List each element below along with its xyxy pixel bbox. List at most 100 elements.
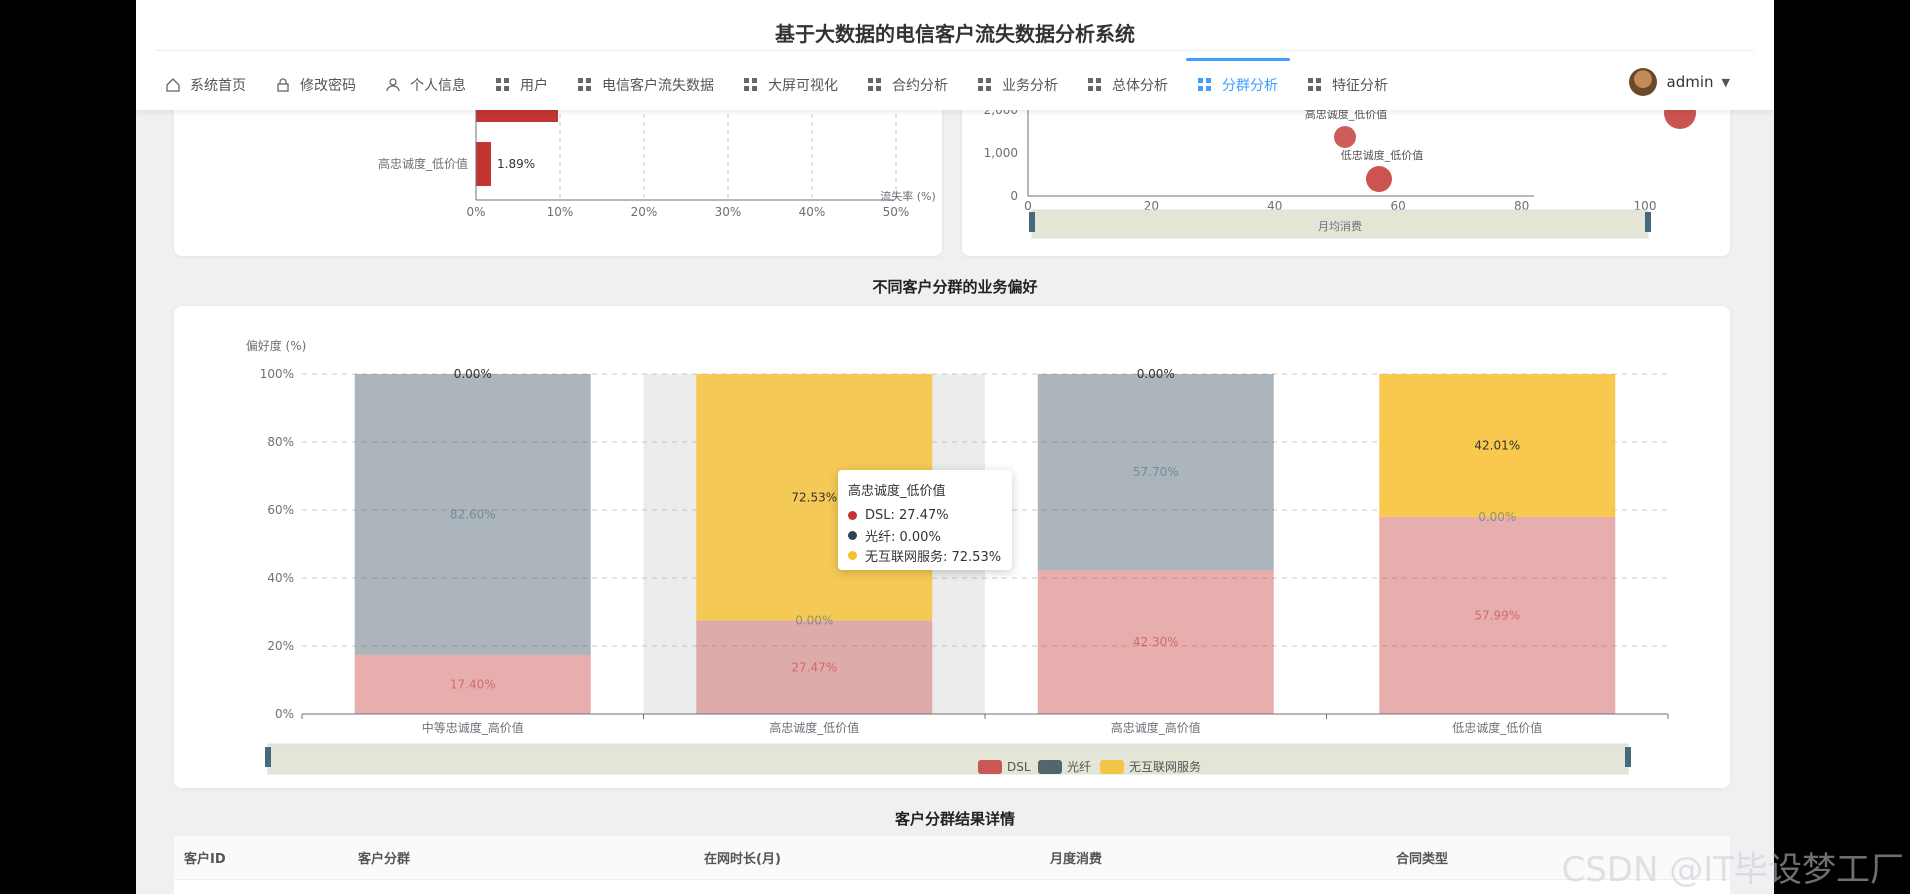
- preference-section-title: 不同客户分群的业务偏好: [872, 278, 1038, 296]
- legend-label[interactable]: 光纤: [1067, 760, 1091, 774]
- scatter-ytick: 0: [1010, 189, 1018, 203]
- nav-item[interactable]: 分群分析: [1186, 58, 1290, 110]
- tooltip-fiber-text: 光纤: 0.00%: [865, 529, 941, 545]
- pref-ytick: 20%: [267, 639, 294, 653]
- pref-ytick: 60%: [267, 503, 294, 517]
- nav-item[interactable]: 用户: [496, 60, 548, 110]
- grid-icon: [496, 78, 510, 92]
- none-dot-icon: [848, 550, 857, 560]
- table-column-header[interactable]: 客户分群: [348, 848, 694, 867]
- churn-xtick: 40%: [799, 205, 826, 219]
- top-header: 基于大数据的电信客户流失数据分析系统 系统首页 修改密码 个人信息 用户 电信客户流失数…: [136, 0, 1774, 110]
- grid-icon: [1088, 78, 1102, 92]
- chart-tooltip: 高忠诚度_低价值 DSL: 27.47% 光纤: 0.00% 无互联网服务: 7…: [838, 470, 1012, 570]
- pref-ytick: 0%: [275, 707, 294, 721]
- pref-data-label: 0.00%: [1137, 367, 1175, 381]
- tooltip-title: 高忠诚度_低价值: [848, 484, 946, 499]
- pref-data-label: 72.53%: [791, 490, 837, 504]
- tooltip-none-text: 无互联网服务: 72.53%: [865, 549, 1002, 565]
- legend-label[interactable]: 无互联网服务: [1129, 759, 1201, 774]
- nav-item[interactable]: 特征分析: [1308, 60, 1388, 110]
- system-title: 基于大数据的电信客户流失数据分析系统: [775, 22, 1135, 46]
- cluster-table: 客户ID 客户分群 在网时长(月) 月度消费 合同类型: [174, 836, 1730, 894]
- main-nav: 系统首页 修改密码 个人信息 用户 电信客户流失数据 大屏可视化 合约分析 业务分析 总体分析 分…: [166, 58, 1418, 110]
- nav-item[interactable]: 修改密码: [276, 60, 356, 110]
- username[interactable]: admin: [1667, 73, 1714, 91]
- pref-data-label: 27.47%: [791, 660, 837, 674]
- user-menu[interactable]: admin ▼: [1628, 68, 1730, 96]
- legend-label[interactable]: DSL: [1007, 760, 1031, 774]
- grid-icon: [978, 78, 992, 92]
- pref-data-label: 0.00%: [1478, 510, 1516, 524]
- nav-item[interactable]: 个人信息: [386, 60, 466, 110]
- nav-item[interactable]: 业务分析: [978, 60, 1058, 110]
- nav-item-label: 特征分析: [1332, 78, 1388, 94]
- churn-value-label: 1.89%: [497, 157, 535, 171]
- scatter-point-1[interactable]: [1334, 126, 1356, 148]
- pref-category-label: 高忠诚度_高价值: [1111, 720, 1201, 735]
- churn-axis-name: 流失率 (%): [880, 189, 936, 203]
- table-column-header[interactable]: 月度消费: [1040, 848, 1386, 867]
- grid-icon: [744, 78, 758, 92]
- nav-item-label: 业务分析: [1002, 78, 1058, 94]
- nav-item-label: 用户: [520, 78, 548, 94]
- pref-datazoom-handle-left[interactable]: [265, 747, 271, 767]
- pref-category-label: 高忠诚度_低价值: [769, 720, 859, 735]
- nav-item[interactable]: 大屏可视化: [744, 60, 838, 110]
- pref-data-label: 0.00%: [795, 614, 833, 628]
- user-icon: [386, 78, 400, 92]
- scatter-datazoom-handle-right[interactable]: [1645, 212, 1651, 232]
- nav-item-label: 个人信息: [410, 78, 466, 94]
- nav-item[interactable]: 系统首页: [166, 60, 246, 110]
- caret-down-icon[interactable]: ▼: [1722, 76, 1730, 89]
- nav-item[interactable]: 电信客户流失数据: [578, 60, 714, 110]
- pref-y-name: 偏好度 (%): [246, 338, 307, 353]
- legend-swatch[interactable]: [978, 760, 1002, 774]
- tooltip-row-dsl: DSL: 27.47%: [848, 505, 1002, 525]
- pref-ytick: 80%: [267, 435, 294, 449]
- nav-item-label: 修改密码: [300, 78, 356, 94]
- pref-data-label: 42.01%: [1474, 438, 1520, 452]
- nav-item-label: 电信客户流失数据: [602, 78, 714, 94]
- pref-datazoom-selected[interactable]: [268, 744, 1628, 774]
- pref-category-label: 中等忠诚度_高价值: [422, 720, 524, 735]
- pref-data-label: 42.30%: [1133, 635, 1179, 649]
- tooltip-row-none: 无互联网服务: 72.53%: [848, 545, 1002, 565]
- table-header-row: 客户ID 客户分群 在网时长(月) 月度消费 合同类型: [174, 836, 1730, 880]
- pref-data-label: 17.40%: [450, 677, 496, 691]
- nav-divider: [156, 50, 1754, 51]
- scatter-point-label: 低忠诚度_低价值: [1341, 148, 1424, 162]
- tooltip-dsl-text: DSL: 27.47%: [865, 507, 949, 523]
- grid-icon: [1308, 78, 1322, 92]
- table-column-header[interactable]: 客户ID: [174, 848, 348, 867]
- churn-category-label: 高忠诚度_低价值: [378, 156, 468, 171]
- churn-xtick: 50%: [883, 205, 910, 219]
- pref-datazoom-handle-right[interactable]: [1625, 747, 1631, 767]
- legend-swatch[interactable]: [1100, 760, 1124, 774]
- pref-data-label: 0.00%: [454, 367, 492, 381]
- grid-icon: [578, 78, 592, 92]
- table-section-title: 客户分群结果详情: [894, 810, 1015, 828]
- nav-item[interactable]: 总体分析: [1088, 60, 1168, 110]
- home-icon: [166, 78, 180, 92]
- nav-item[interactable]: 合约分析: [868, 60, 948, 110]
- table-column-header[interactable]: 在网时长(月): [694, 848, 1040, 867]
- scatter-ytick: 1,000: [984, 146, 1018, 160]
- avatar[interactable]: [1628, 68, 1657, 96]
- nav-item-label: 分群分析: [1222, 78, 1278, 94]
- scatter-datazoom-handle-left[interactable]: [1029, 212, 1035, 232]
- churn-bar-high-loyal-low-value[interactable]: [476, 142, 491, 186]
- churn-xtick: 0%: [466, 205, 485, 219]
- legend-swatch[interactable]: [1038, 760, 1062, 774]
- churn-xtick: 30%: [715, 205, 742, 219]
- fiber-dot-icon: [848, 530, 857, 540]
- watermark: CSDN @IT毕设梦工厂: [1561, 850, 1904, 890]
- nav-item-label: 系统首页: [190, 78, 246, 94]
- scatter-xtick: 0: [1024, 199, 1032, 213]
- nav-item-label: 总体分析: [1112, 78, 1168, 94]
- pref-data-label: 57.99%: [1474, 608, 1520, 622]
- nav-item-label: 合约分析: [892, 78, 948, 94]
- pref-data-label: 57.70%: [1133, 465, 1179, 479]
- scatter-point-2[interactable]: [1366, 166, 1392, 192]
- tooltip-row-fiber: 光纤: 0.00%: [848, 525, 1002, 545]
